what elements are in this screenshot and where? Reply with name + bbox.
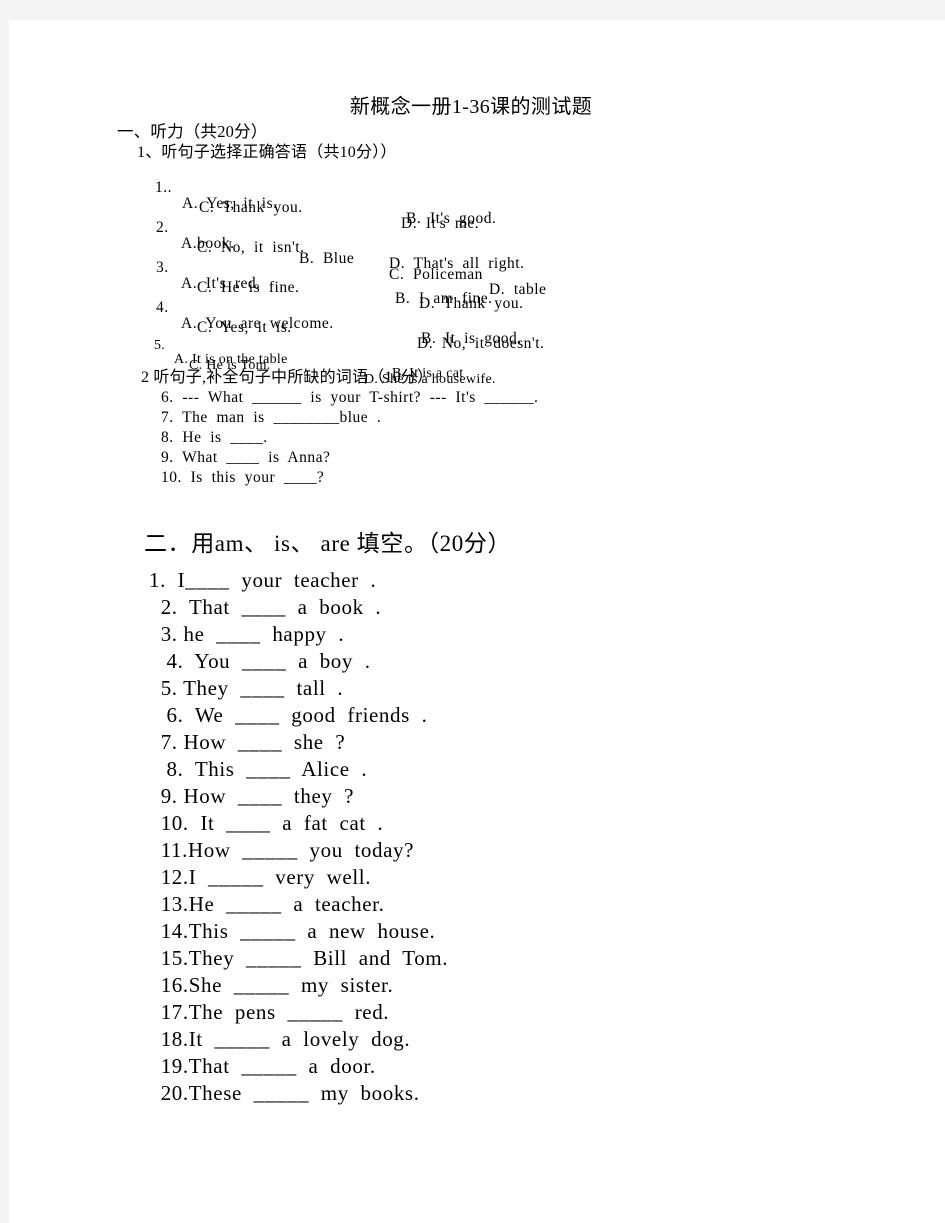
document-page: 新概念一册1-36课的测试题 一、听力（共20分） 1、听句子选择正确答语（共1… [9, 20, 945, 1223]
q2-item-20: 20.These _____ my books. [149, 1080, 420, 1105]
q2-item-19: 19.That _____ a door. [149, 1053, 376, 1078]
section-am-is-are-heading: 二．用am、 is、 are 填空。（20分） [144, 530, 512, 556]
q2-item-13: 13.He _____ a teacher. [149, 891, 385, 916]
q2-item-3: 3. he ____ happy . [149, 621, 345, 646]
mc-q5-option-d: D. She is a housewife. [364, 371, 496, 387]
mc-question-2-line-2: C. No, it isn't. D. That's all right. [9, 225, 945, 271]
mc-question-3-line-1: 3. A. It's red. B. I am fine. [9, 245, 945, 306]
q2-item-8: 8. This ____ Alice . [149, 756, 368, 781]
fill-question-9: 9. What ____ is Anna? [161, 448, 331, 466]
multiple-choice-list: 1.. A. Yes, it is. B. It's good. C. Than… [9, 165, 945, 386]
q2-item-14: 14.This _____ a new house. [149, 918, 436, 943]
fill-question-7: 7. The man is ________blue . [161, 408, 382, 426]
q2-item-16: 16.She _____ my sister. [149, 972, 394, 997]
fill-blank-list: 6. --- What ______ is your T-shirt? --- … [9, 388, 945, 490]
q2-item-1: 1. I____ your teacher . [149, 567, 377, 592]
mc-question-5-line-1: 5. A. It is on the table B. It is a cat [9, 325, 945, 380]
mc-question-2-line-1: 2. A.book. B. Blue C. Policeman D. table [9, 205, 945, 297]
mc-question-4-line-1: 4. A. You are welcome. B. It is good. [9, 285, 945, 346]
q2-item-10: 10. It ____ a fat cat . [149, 810, 384, 835]
mc-question-1-line-1: 1.. A. Yes, it is. B. It's good. [9, 165, 945, 226]
q2-item-2: 2. That ____ a book . [149, 594, 382, 619]
q2-item-12: 12.I _____ very well. [149, 864, 372, 889]
section-listening: 一、听力（共20分） 1、听句子选择正确答语（共10分）） 1.. A. Yes… [9, 122, 945, 490]
q2-item-17: 17.The pens _____ red. [149, 999, 390, 1024]
q2-item-9: 9. How ____ they ? [149, 783, 355, 808]
fill-question-8: 8. He is ____. [161, 428, 268, 446]
fill-question-6: 6. --- What ______ is your T-shirt? --- … [161, 388, 539, 406]
listening-part1-heading: 1、听句子选择正确答语（共10分）） [137, 143, 397, 161]
am-is-are-question-list: 1. I____ your teacher . 2. That ____ a b… [9, 568, 945, 1108]
q2-item-15: 15.They _____ Bill and Tom. [149, 945, 449, 970]
fill-question-10: 10. Is this your ____? [161, 468, 325, 486]
mc-question-3-line-2: C. He is fine. D. Thank you. [9, 265, 945, 311]
mc-question-4-line-2: C. Yes, it is. D. No, it doesn't. [9, 305, 945, 351]
page-title: 新概念一册1-36课的测试题 [349, 96, 593, 118]
section-am-is-are: 二．用am、 is、 are 填空。（20分） 1. I____ your te… [9, 524, 945, 1108]
mc-question-5-line-2: C. He is Tom. D. She is a housewife. [9, 345, 945, 386]
q2-item-5: 5. They ____ tall . [149, 675, 344, 700]
q2-item-4: 4. You ____ a boy . [149, 648, 371, 673]
mc-question-1-line-2: C. Thank you. D. It's me. [9, 185, 945, 231]
section-listening-heading: 一、听力（共20分） [117, 122, 268, 141]
q2-item-6: 6. We ____ good friends . [149, 702, 428, 727]
q2-item-18: 18.It _____ a lovely dog. [149, 1026, 411, 1051]
q2-item-11: 11.How _____ you today? [149, 837, 415, 862]
mc-q5-option-c: C. He is Tom. [189, 357, 271, 373]
q2-item-7: 7. How ____ she ? [149, 729, 346, 754]
